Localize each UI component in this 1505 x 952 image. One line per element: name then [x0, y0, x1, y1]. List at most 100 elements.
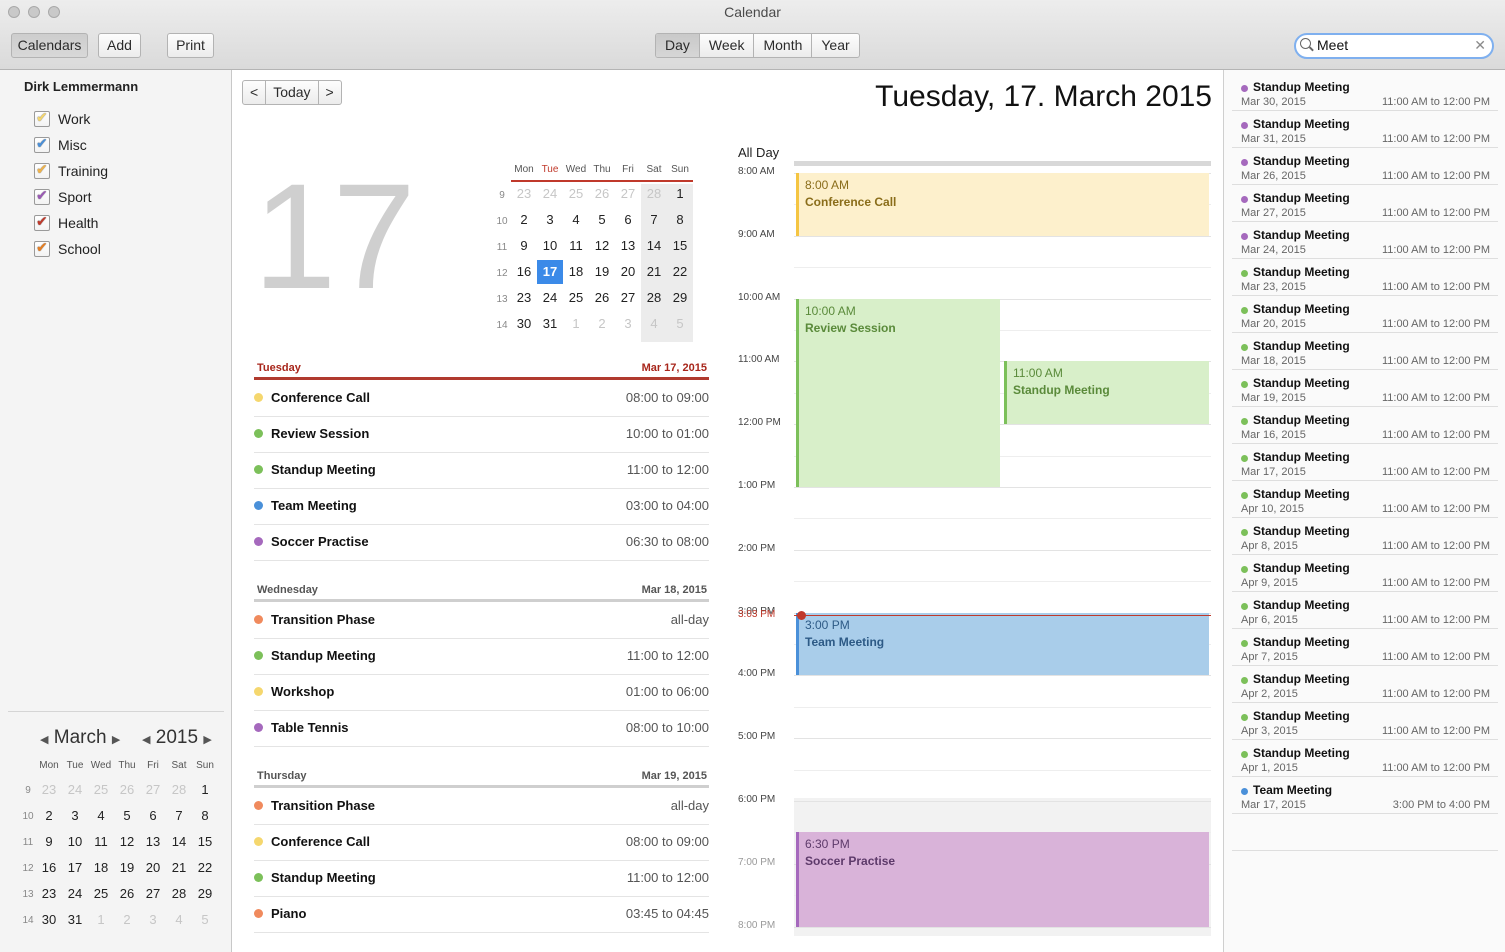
- day-cell[interactable]: 22: [667, 260, 693, 284]
- today-button[interactable]: Today: [266, 81, 319, 104]
- calendar-checkbox[interactable]: ✔: [34, 187, 50, 205]
- mini-day-cell[interactable]: 27: [140, 886, 166, 901]
- view-day-button[interactable]: Day: [656, 34, 700, 57]
- day-cell[interactable]: 12: [589, 234, 615, 258]
- mini-day-cell[interactable]: 4: [166, 912, 192, 927]
- day-cell[interactable]: 25: [563, 286, 589, 310]
- mini-day-cell[interactable]: 22: [192, 860, 218, 875]
- agenda-event-row[interactable]: Standup Meeting 11:00 to 12:00: [254, 861, 709, 897]
- mini-day-cell[interactable]: 7: [166, 808, 192, 823]
- agenda-event-row[interactable]: Piano 03:45 to 04:45: [254, 897, 709, 933]
- mini-day-cell[interactable]: 16: [36, 860, 62, 875]
- add-button[interactable]: Add: [98, 33, 141, 58]
- calendar-item[interactable]: ✔ Work: [34, 109, 90, 129]
- search-result-item[interactable]: Standup Meeting Mar 26, 2015 11:00 AM to 1…: [1232, 148, 1498, 185]
- print-button[interactable]: Print: [167, 33, 214, 58]
- mini-day-cell[interactable]: 4: [88, 808, 114, 823]
- day-cell[interactable]: 26: [589, 286, 615, 310]
- mini-day-cell[interactable]: 6: [140, 808, 166, 823]
- mini-day-cell[interactable]: 23: [36, 886, 62, 901]
- mini-day-cell[interactable]: 11: [88, 834, 114, 849]
- search-result-item[interactable]: Standup Meeting Mar 19, 2015 11:00 AM to 1…: [1232, 370, 1498, 407]
- search-result-item[interactable]: Standup Meeting Apr 3, 2015 11:00 AM to 12…: [1232, 703, 1498, 740]
- day-cell[interactable]: 3: [615, 312, 641, 336]
- agenda-event-row[interactable]: Transition Phase all-day: [254, 603, 709, 639]
- prev-year-icon[interactable]: ◀: [142, 734, 150, 746]
- search-result-item[interactable]: Standup Meeting Mar 31, 2015 11:00 AM to 1…: [1232, 111, 1498, 148]
- mini-day-cell[interactable]: 15: [192, 834, 218, 849]
- day-cell[interactable]: 19: [589, 260, 615, 284]
- mini-day-cell[interactable]: 13: [140, 834, 166, 849]
- search-result-item[interactable]: Standup Meeting Mar 24, 2015 11:00 AM to 1…: [1232, 222, 1498, 259]
- calendar-checkbox[interactable]: ✔: [34, 109, 50, 127]
- search-result-item[interactable]: Standup Meeting Mar 16, 2015 11:00 AM to 1…: [1232, 407, 1498, 444]
- agenda-event-row[interactable]: Conference Call 08:00 to 09:00: [254, 825, 709, 861]
- mini-day-cell[interactable]: 25: [88, 886, 114, 901]
- mini-day-cell[interactable]: 29: [192, 886, 218, 901]
- agenda-event-row[interactable]: Transition Phase all-day: [254, 789, 709, 825]
- search-result-item[interactable]: Standup Meeting Apr 6, 2015 11:00 AM to 12…: [1232, 592, 1498, 629]
- mini-day-cell[interactable]: 2: [114, 912, 140, 927]
- day-cell[interactable]: 2: [589, 312, 615, 336]
- mini-day-cell[interactable]: 5: [192, 912, 218, 927]
- mini-day-cell[interactable]: 31: [62, 912, 88, 927]
- agenda-event-row[interactable]: Standup Meeting 11:00 to 12:00: [254, 453, 709, 489]
- view-month-button[interactable]: Month: [754, 34, 813, 57]
- mini-day-cell[interactable]: 20: [140, 860, 166, 875]
- day-cell[interactable]: 5: [667, 312, 693, 336]
- timeline-event[interactable]: 6:30 PM Soccer Practise: [796, 832, 1209, 927]
- mini-day-cell[interactable]: 8: [192, 808, 218, 823]
- day-cell[interactable]: 15: [667, 234, 693, 258]
- mini-day-cell[interactable]: 24: [62, 886, 88, 901]
- day-cell[interactable]: 21: [641, 260, 667, 284]
- search-result-item[interactable]: Standup Meeting Apr 2, 2015 11:00 AM to 12…: [1232, 666, 1498, 703]
- selected-day-cell[interactable]: 17: [537, 260, 563, 284]
- mini-day-cell[interactable]: 2: [36, 808, 62, 823]
- calendar-item[interactable]: ✔ Sport: [34, 187, 91, 207]
- view-year-button[interactable]: Year: [812, 34, 858, 57]
- day-cell[interactable]: 10: [537, 234, 563, 258]
- day-cell[interactable]: 14: [641, 234, 667, 258]
- mini-day-cell[interactable]: 24: [62, 782, 88, 797]
- day-cell[interactable]: 28: [641, 286, 667, 310]
- search-result-item[interactable]: Standup Meeting Mar 17, 2015 11:00 AM to 1…: [1232, 444, 1498, 481]
- day-cell[interactable]: 31: [537, 312, 563, 336]
- day-cell[interactable]: 20: [615, 260, 641, 284]
- agenda-event-row[interactable]: Standup Meeting 11:00 to 12:00: [254, 639, 709, 675]
- agenda-event-row[interactable]: Soccer Practise 06:30 to 08:00: [254, 525, 709, 561]
- search-result-item[interactable]: Standup Meeting Mar 30, 2015 11:00 AM to 1…: [1232, 74, 1498, 111]
- mini-day-cell[interactable]: 5: [114, 808, 140, 823]
- day-cell[interactable]: 23: [511, 286, 537, 310]
- search-result-item[interactable]: Standup Meeting Mar 18, 2015 11:00 AM to 1…: [1232, 333, 1498, 370]
- mini-day-cell[interactable]: 18: [88, 860, 114, 875]
- mini-day-cell[interactable]: 27: [140, 782, 166, 797]
- mini-day-cell[interactable]: 3: [140, 912, 166, 927]
- search-result-item[interactable]: Standup Meeting Mar 23, 2015 11:00 AM to 1…: [1232, 259, 1498, 296]
- mini-day-cell[interactable]: 9: [36, 834, 62, 849]
- timeline-event[interactable]: 8:00 AM Conference Call: [796, 173, 1209, 236]
- mini-day-cell[interactable]: 28: [166, 782, 192, 797]
- mini-day-cell[interactable]: 14: [166, 834, 192, 849]
- day-cell[interactable]: 16: [511, 260, 537, 284]
- day-cell[interactable]: 23: [511, 182, 537, 206]
- timeline-event[interactable]: 10:00 AM Review Session: [796, 298, 1000, 487]
- mini-day-cell[interactable]: 21: [166, 860, 192, 875]
- mini-day-cell[interactable]: 12: [114, 834, 140, 849]
- next-year-icon[interactable]: ▶: [203, 734, 211, 746]
- mini-day-cell[interactable]: 10: [62, 834, 88, 849]
- day-cell[interactable]: 3: [537, 208, 563, 232]
- prev-month-icon[interactable]: ◀: [40, 734, 48, 746]
- search-result-item[interactable]: Standup Meeting Apr 7, 2015 11:00 AM to 12…: [1232, 629, 1498, 666]
- mini-day-cell[interactable]: 17: [62, 860, 88, 875]
- calendar-item[interactable]: ✔ Training: [34, 161, 108, 181]
- day-cell[interactable]: 8: [667, 208, 693, 232]
- next-month-icon[interactable]: ▶: [112, 734, 120, 746]
- next-day-button[interactable]: >: [319, 81, 341, 104]
- all-day-area[interactable]: [794, 161, 1211, 166]
- calendar-checkbox[interactable]: ✔: [34, 135, 50, 153]
- search-result-item[interactable]: Standup Meeting Apr 1, 2015 11:00 AM to 12…: [1232, 740, 1498, 777]
- mini-day-cell[interactable]: 30: [36, 912, 62, 927]
- day-cell[interactable]: 6: [615, 208, 641, 232]
- day-cell[interactable]: 30: [511, 312, 537, 336]
- agenda-event-row[interactable]: Team Meeting 03:00 to 04:00: [254, 489, 709, 525]
